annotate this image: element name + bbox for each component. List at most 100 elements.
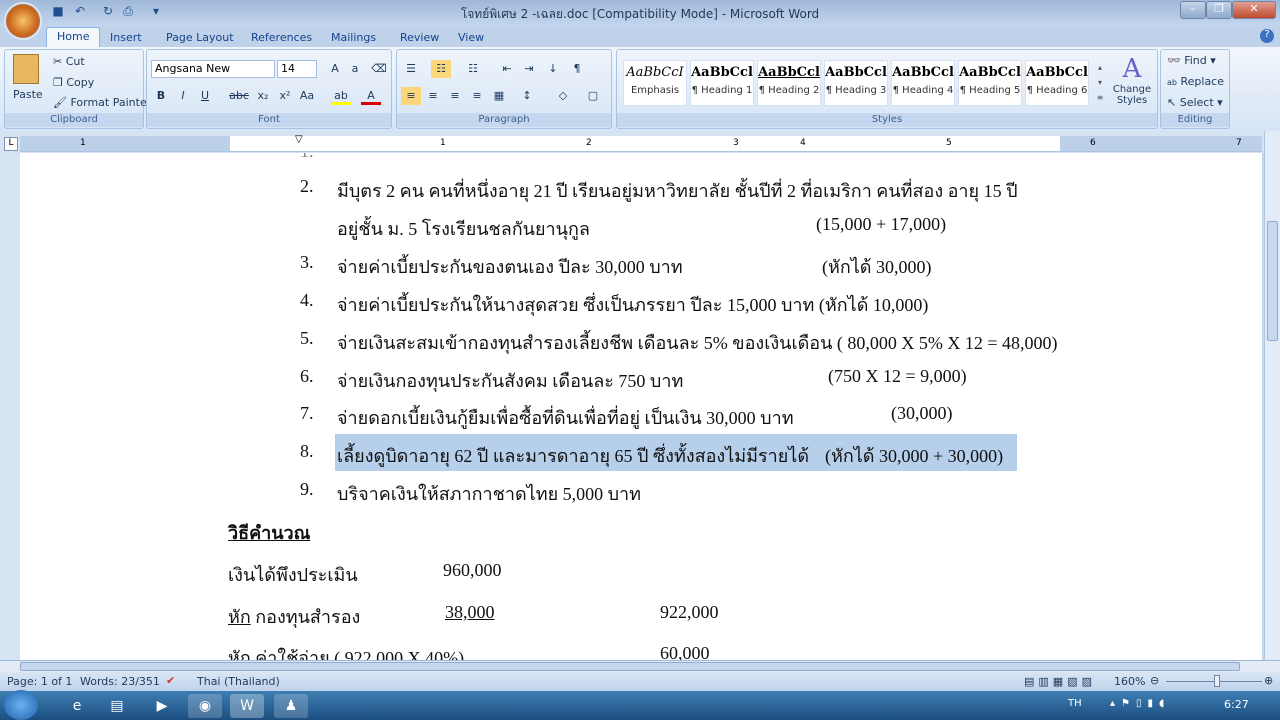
style-heading-4[interactable]: AaBbCcl ¶ Heading 4 (891, 60, 955, 106)
ribbon-tabs: Home Insert Page Layout References Maili… (0, 26, 1280, 47)
horizontal-ruler[interactable]: 1 1 2 3 4 5 6 7 ▽ (20, 134, 1262, 152)
item-text: เลี้ยงดูบิดาอายุ 62 ปี และมารดาอายุ 65 ป… (337, 446, 810, 466)
zoom-in-icon[interactable]: ⊕ (1264, 674, 1273, 687)
select-label: Select (1179, 96, 1214, 109)
vertical-ruler[interactable] (0, 153, 20, 660)
vertical-scrollbar[interactable] (1264, 131, 1280, 660)
office-button[interactable] (4, 2, 42, 40)
media-player-icon[interactable]: ▶ (145, 694, 179, 718)
help-icon[interactable]: ? (1260, 29, 1274, 43)
select-button[interactable]: ↖ Select ▾ (1167, 96, 1223, 109)
paragraph-label: Paragraph (397, 113, 611, 127)
borders-icon[interactable]: ▢ (583, 87, 603, 105)
tray-icons[interactable]: ▴⚑▯▮◖ (1110, 698, 1170, 709)
input-language[interactable]: TH (1068, 698, 1082, 709)
bullets-icon[interactable]: ☰ (401, 60, 421, 78)
horizontal-scrollbar[interactable] (0, 660, 1280, 672)
styles-scroll[interactable]: ▴ ▾ ≡ (1094, 60, 1106, 106)
align-left-icon[interactable]: ≡ (401, 87, 421, 105)
zoom-slider-thumb[interactable] (1214, 675, 1220, 687)
zoom-out-icon[interactable]: ⊖ (1150, 674, 1159, 687)
superscript-icon[interactable]: x² (275, 87, 295, 105)
scroll-thumb[interactable] (1267, 221, 1278, 341)
clear-formatting-icon[interactable]: ⌫ (369, 60, 389, 78)
font-size-select[interactable]: 14 (277, 60, 317, 78)
style-emphasis[interactable]: AaBbCcI Emphasis (623, 60, 687, 106)
multilevel-list-icon[interactable]: ☷ (463, 60, 483, 78)
format-painter-button[interactable]: 🖌 Format Painter (53, 96, 151, 109)
hscroll-thumb[interactable] (20, 662, 1240, 671)
ruler-tick: 2 (586, 138, 592, 148)
increase-indent-icon[interactable]: ⇥ (519, 60, 539, 78)
undo-icon[interactable]: ↶ (72, 4, 88, 20)
explorer-icon[interactable]: ▤ (100, 694, 134, 718)
proofing-icon[interactable]: ✔ (166, 674, 175, 687)
bold-icon[interactable]: B (151, 87, 171, 105)
save-icon[interactable]: ■ (50, 4, 66, 20)
underline-icon[interactable]: U (195, 87, 215, 105)
view-buttons[interactable]: ▤▥▦▧▨ (1024, 675, 1096, 688)
start-button[interactable] (4, 690, 38, 720)
item-note: (หักได้ 30,000) (822, 257, 932, 277)
line-spacing-icon[interactable]: ↕ (517, 87, 537, 105)
distributed-icon[interactable]: ▦ (489, 87, 509, 105)
language[interactable]: Thai (Thailand) (197, 675, 280, 688)
justify-icon[interactable]: ≡ (467, 87, 487, 105)
sort-icon[interactable]: ↓ (543, 60, 563, 78)
tab-references[interactable]: References (241, 29, 322, 46)
highlight-icon[interactable]: ab (331, 87, 351, 105)
user-app-icon[interactable]: ♟ (274, 694, 308, 718)
grow-font-icon[interactable]: A (325, 60, 345, 78)
app-icon[interactable]: ◉ (188, 694, 222, 718)
style-heading-2[interactable]: AaBbCcl ¶ Heading 2 (757, 60, 821, 106)
tab-view[interactable]: View (448, 29, 494, 46)
align-center-icon[interactable]: ≡ (423, 87, 443, 105)
print-preview-icon[interactable]: ⎙ (120, 4, 136, 20)
maximize-button[interactable]: ❐ (1206, 1, 1232, 19)
word-count[interactable]: Words: 23/351 (80, 675, 160, 688)
align-right-icon[interactable]: ≡ (445, 87, 465, 105)
subscript-icon[interactable]: x₂ (253, 87, 273, 105)
page-count[interactable]: Page: 1 of 1 (7, 675, 72, 688)
find-button[interactable]: 👓 Find ▾ (1167, 54, 1216, 67)
document-page[interactable]: 1. 2. มีบุตร 2 คน คนที่หนึ่งอายุ 21 ปี เ… (20, 153, 1262, 660)
zoom-level[interactable]: 160% (1114, 675, 1145, 688)
tab-home[interactable]: Home (46, 27, 101, 47)
style-heading-5[interactable]: AaBbCcl ¶ Heading 5 (958, 60, 1022, 106)
tab-mailings[interactable]: Mailings (321, 29, 386, 46)
style-heading-1[interactable]: AaBbCcl ¶ Heading 1 (690, 60, 754, 106)
paste-button[interactable]: Paste (13, 88, 43, 101)
shading-icon[interactable]: ◇ (553, 87, 573, 105)
shrink-font-icon[interactable]: a (345, 60, 365, 78)
copy-button[interactable]: ❐ Copy (53, 76, 94, 89)
clock[interactable]: 6:27 (1224, 698, 1249, 711)
minimize-button[interactable]: – (1180, 1, 1206, 19)
tab-insert[interactable]: Insert (100, 29, 152, 46)
cut-button[interactable]: ✂ Cut (53, 55, 85, 68)
tab-selector[interactable]: L (4, 137, 18, 151)
numbering-icon[interactable]: ☷ (431, 60, 451, 78)
style-heading-6[interactable]: AaBbCcl ¶ Heading 6 (1025, 60, 1089, 106)
font-name-select[interactable]: Angsana New (151, 60, 275, 78)
ruler-tick: 1 (80, 138, 86, 148)
change-case-icon[interactable]: Aa (297, 87, 317, 105)
tab-page-layout[interactable]: Page Layout (156, 29, 244, 46)
customize-qat-icon[interactable]: ▾ (148, 4, 164, 20)
decrease-indent-icon[interactable]: ⇤ (497, 60, 517, 78)
replace-button[interactable]: ab Replace (1167, 75, 1224, 88)
redo-icon[interactable]: ↻ (100, 4, 116, 20)
strikethrough-icon[interactable]: abc (229, 87, 249, 105)
indent-marker[interactable]: ▽ (295, 134, 303, 145)
tab-review[interactable]: Review (390, 29, 449, 46)
calc-amount: 960,000 (443, 560, 502, 580)
ie-icon[interactable]: e (60, 694, 94, 718)
show-formatting-icon[interactable]: ¶ (567, 60, 587, 78)
style-heading-3[interactable]: AaBbCcl ¶ Heading 3 (824, 60, 888, 106)
word-taskbar-icon[interactable]: W (230, 694, 264, 718)
paragraph-group: ☰ ☷ ☷ ⇤ ⇥ ↓ ¶ ≡ ≡ ≡ ≡ ▦ ↕ ◇ ▢ Paragraph (396, 49, 612, 129)
italic-icon[interactable]: I (173, 87, 193, 105)
copy-label: Copy (66, 76, 95, 89)
change-styles-button[interactable]: A Change Styles (1112, 54, 1152, 106)
close-button[interactable]: ✕ (1232, 1, 1276, 19)
font-color-icon[interactable]: A (361, 87, 381, 105)
